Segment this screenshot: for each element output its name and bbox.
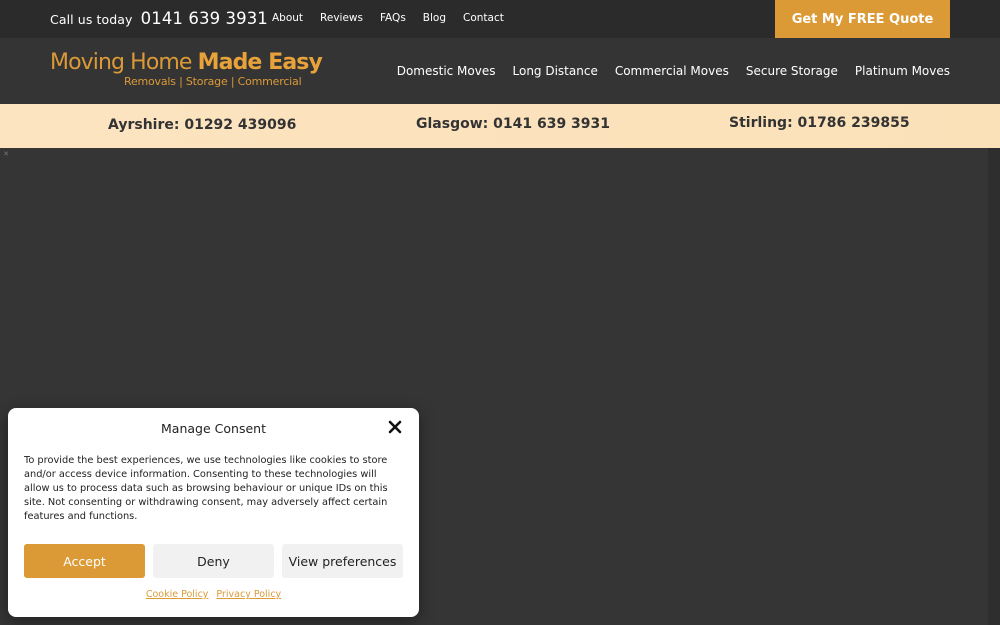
logo-title-bold: Made Easy [197, 50, 323, 75]
view-preferences-button[interactable]: View preferences [282, 544, 403, 578]
nav-long-distance[interactable]: Long Distance [513, 64, 598, 78]
logo[interactable]: Moving Home Made Easy Removals | Storage… [50, 50, 323, 88]
scrollbar[interactable] [988, 148, 1000, 625]
top-nav-reviews[interactable]: Reviews [320, 12, 363, 24]
logo-tagline: Removals | Storage | Commercial [124, 75, 302, 88]
cookie-policy-link[interactable]: Cookie Policy [146, 589, 209, 600]
free-quote-button[interactable]: Get My FREE Quote [775, 0, 950, 38]
phone-glasgow[interactable]: Glasgow: 0141 639 3931 [416, 116, 610, 132]
nav-commercial-moves[interactable]: Commercial Moves [615, 64, 729, 78]
top-nav-blog[interactable]: Blog [423, 12, 446, 24]
broken-image-icon: ✕ [3, 150, 9, 158]
privacy-policy-link[interactable]: Privacy Policy [216, 589, 281, 600]
top-nav-contact[interactable]: Contact [463, 12, 504, 24]
phone-ayrshire[interactable]: Ayrshire: 01292 439096 [108, 117, 296, 133]
nav-secure-storage[interactable]: Secure Storage [746, 64, 838, 78]
consent-body: To provide the best experiences, we use … [24, 455, 388, 522]
main-nav: Domestic Moves Long Distance Commercial … [397, 64, 950, 78]
logo-title: Moving Home Made Easy [50, 50, 323, 76]
consent-title: Manage Consent [161, 421, 266, 436]
top-nav: About Reviews FAQs Blog Contact [272, 12, 504, 24]
consent-modal: Manage Consent To provide the best exper… [8, 408, 419, 617]
top-nav-faqs[interactable]: FAQs [380, 12, 406, 24]
call-us[interactable]: Call us today 0141 639 3931 [50, 9, 268, 28]
nav-domestic-moves[interactable]: Domestic Moves [397, 64, 496, 78]
policy-links: Cookie Policy Privacy Policy [8, 589, 419, 600]
top-bar: Call us today 0141 639 3931 About Review… [0, 0, 1000, 38]
accept-button[interactable]: Accept [24, 544, 145, 578]
close-icon[interactable] [386, 418, 404, 436]
deny-button[interactable]: Deny [153, 544, 274, 578]
phone-stirling[interactable]: Stirling: 01786 239855 [729, 115, 910, 131]
site-header: Moving Home Made Easy Removals | Storage… [0, 38, 1000, 104]
nav-platinum-moves[interactable]: Platinum Moves [855, 64, 950, 78]
call-number[interactable]: 0141 639 3931 [141, 9, 268, 28]
phone-bar: Ayrshire: 01292 439096 Glasgow: 0141 639… [0, 104, 1000, 148]
logo-title-regular: Moving Home [50, 50, 198, 75]
call-label: Call us today [50, 12, 133, 27]
top-nav-about[interactable]: About [272, 12, 303, 24]
